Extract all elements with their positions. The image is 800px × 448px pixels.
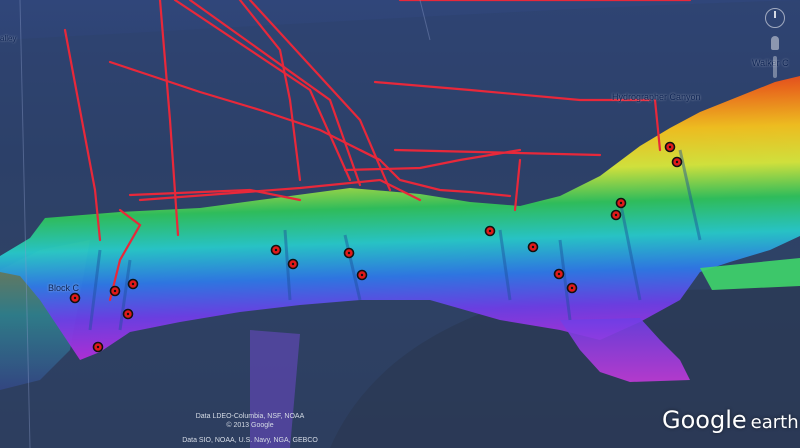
dive-site-marker-icon[interactable] <box>122 308 134 320</box>
dive-site-marker-icon[interactable] <box>69 292 81 304</box>
dive-site-marker-icon[interactable] <box>109 285 121 297</box>
attribution-line-1: Data LDEO-Columbia, NSF, NOAA <box>195 413 305 420</box>
dive-site-marker-icon[interactable] <box>610 209 622 221</box>
dive-site-marker-icon[interactable] <box>287 258 299 270</box>
street-view-icon[interactable] <box>771 36 779 50</box>
dive-site-marker-icon[interactable] <box>484 225 496 237</box>
dive-site-marker-icon[interactable] <box>356 269 368 281</box>
dive-site-marker-icon[interactable] <box>671 156 683 168</box>
compass-icon[interactable] <box>765 8 785 28</box>
dive-site-marker-icon[interactable] <box>527 241 539 253</box>
dive-site-marker-icon[interactable] <box>270 244 282 256</box>
place-label-hydrographer-canyon[interactable]: Hydrographer Canyon <box>612 92 701 102</box>
navigation-controls <box>762 8 788 78</box>
attribution-line-2: © 2013 Google <box>226 422 274 429</box>
dive-site-marker-icon[interactable] <box>615 197 627 209</box>
place-label-valley[interactable]: alley <box>0 34 16 43</box>
zoom-slider-icon[interactable] <box>773 56 777 78</box>
place-label-block-canyon[interactable]: Block C <box>48 283 79 293</box>
map-view[interactable]: alley Hydrographer Canyon Block C Walker… <box>0 0 800 448</box>
logo-google-text: Google <box>662 406 747 434</box>
logo-earth-text: earth <box>750 412 799 433</box>
dive-site-marker-icon[interactable] <box>343 247 355 259</box>
attribution-line-3: Data SIO, NOAA, U.S. Navy, NGA, GEBCO <box>182 437 318 444</box>
dive-site-marker-icon[interactable] <box>92 341 104 353</box>
dive-site-marker-icon[interactable] <box>553 268 565 280</box>
google-earth-logo: Google earth <box>662 406 799 434</box>
dive-site-marker-icon[interactable] <box>664 141 676 153</box>
bathymetry-map[interactable] <box>0 0 800 448</box>
dive-site-marker-icon[interactable] <box>566 282 578 294</box>
dive-site-marker-icon[interactable] <box>127 278 139 290</box>
